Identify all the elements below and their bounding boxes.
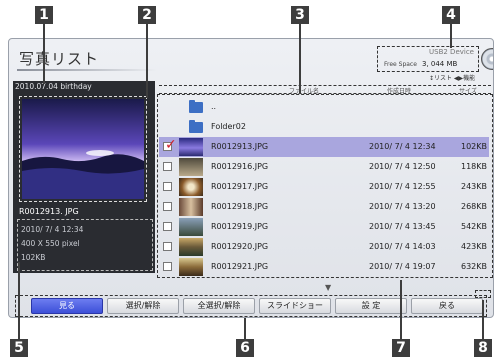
file-row[interactable]: R0012916.JPG 2010/ 7/ 4 12:50 118KB bbox=[159, 157, 489, 177]
file-size: 102KB bbox=[461, 142, 488, 151]
page-title: 写真リスト bbox=[19, 50, 100, 68]
preview-file-name: R0012913. JPG bbox=[19, 207, 79, 216]
sort-hint: ↕リスト ◀▶機能 bbox=[429, 75, 476, 82]
file-thumbnail bbox=[179, 138, 203, 156]
file-row[interactable]: ✓ R0012913.JPG 2010/ 7/ 4 12:34 102KB bbox=[159, 137, 489, 157]
leader-2 bbox=[146, 24, 148, 98]
leader-7 bbox=[400, 280, 402, 339]
callout-4: 4 bbox=[442, 6, 460, 24]
leader-3 bbox=[299, 24, 301, 94]
folder-name: 2010.07.04 birthday bbox=[15, 82, 92, 91]
file-size: 542KB bbox=[461, 222, 488, 231]
file-thumbnail bbox=[179, 158, 203, 176]
file-thumbnail bbox=[179, 178, 203, 196]
file-size: 243KB bbox=[461, 182, 488, 191]
file-name: R0012920.JPG bbox=[211, 242, 269, 251]
row-checkbox[interactable] bbox=[163, 222, 172, 231]
leader-5 bbox=[18, 262, 20, 339]
callout-6: 6 bbox=[236, 339, 254, 357]
callout-1: 1 bbox=[35, 6, 53, 24]
free-space-value: 3, 044 MB bbox=[422, 60, 458, 68]
file-row[interactable]: R0012919.JPG 2010/ 7/ 4 13:45 542KB bbox=[159, 217, 489, 237]
checkmark-icon: ✓ bbox=[165, 137, 177, 153]
file-date: 2010/ 7/ 4 19:07 bbox=[369, 262, 436, 271]
back-button[interactable]: 戻る bbox=[411, 298, 483, 314]
select-all-toggle-button[interactable]: 全選択/解除 bbox=[183, 298, 255, 314]
file-size: 118KB bbox=[461, 162, 488, 171]
free-space-label: Free Space bbox=[384, 61, 417, 68]
file-date: 2010/ 7/ 4 13:45 bbox=[369, 222, 436, 231]
callout-8: 8 bbox=[474, 339, 492, 357]
callout-7: 7 bbox=[392, 339, 410, 357]
file-name: R0012921.JPG bbox=[211, 262, 269, 271]
select-toggle-button[interactable]: 選択/解除 bbox=[107, 298, 179, 314]
file-thumbnail bbox=[179, 198, 203, 216]
file-name: R0012913.JPG bbox=[211, 142, 269, 151]
callout-3: 3 bbox=[291, 6, 309, 24]
file-date: 2010/ 7/ 4 12:55 bbox=[369, 182, 436, 191]
file-size: 423KB bbox=[461, 242, 488, 251]
file-date: 2010/ 7/ 4 12:50 bbox=[369, 162, 436, 171]
file-date: 2010/ 7/ 4 12:34 bbox=[369, 142, 436, 151]
row-checkbox[interactable] bbox=[163, 162, 172, 171]
file-row[interactable]: R0012921.JPG 2010/ 7/ 4 19:07 632KB bbox=[159, 257, 489, 277]
file-date: 2010/ 7/ 4 14:03 bbox=[369, 242, 436, 251]
preview-size: 102KB bbox=[21, 253, 46, 262]
preview-thumbnail bbox=[19, 96, 147, 202]
leader-1 bbox=[43, 24, 45, 84]
file-name: R0012919.JPG bbox=[211, 222, 269, 231]
callout-2: 2 bbox=[138, 6, 156, 24]
row-checkbox[interactable] bbox=[163, 262, 172, 271]
title-divider bbox=[17, 69, 157, 71]
file-row[interactable]: R0012917.JPG 2010/ 7/ 4 12:55 243KB bbox=[159, 177, 489, 197]
file-thumbnail bbox=[179, 258, 203, 276]
info-panel: 2010.07.04 birthday R0012913. JPG 2010/ … bbox=[13, 81, 155, 273]
slideshow-button[interactable]: スライドショー bbox=[259, 298, 331, 314]
file-thumbnail bbox=[179, 238, 203, 256]
leader-8 bbox=[482, 300, 484, 339]
disc-icon bbox=[481, 48, 493, 70]
file-row[interactable]: R0012920.JPG 2010/ 7/ 4 14:03 423KB bbox=[159, 237, 489, 257]
parent-folder-label: .. bbox=[211, 102, 217, 111]
folder-row[interactable]: Folder02 bbox=[159, 117, 489, 137]
leader-6 bbox=[244, 318, 246, 339]
row-checkbox[interactable] bbox=[163, 182, 172, 191]
preview-date: 2010/ 7/ 4 12:34 bbox=[21, 225, 84, 234]
file-row[interactable]: R0012918.JPG 2010/ 7/ 4 13:20 268KB bbox=[159, 197, 489, 217]
file-size: 268KB bbox=[461, 202, 488, 211]
folder-label: Folder02 bbox=[211, 122, 246, 131]
folder-icon bbox=[189, 120, 203, 133]
row-checkbox[interactable] bbox=[163, 202, 172, 211]
list-header: ファイル名 作成日時 サイズ bbox=[159, 85, 491, 95]
file-thumbnail bbox=[179, 218, 203, 236]
settings-button[interactable]: 設 定 bbox=[335, 298, 407, 314]
file-size: 632KB bbox=[461, 262, 488, 271]
device-name: USB2 Device bbox=[429, 48, 474, 56]
preview-dimensions: 400 X 550 pixel bbox=[21, 239, 80, 248]
photo-list-screen: 写真リスト USB2 Device Free Space 3, 044 MB ↕… bbox=[8, 38, 494, 318]
callout-5: 5 bbox=[10, 339, 28, 357]
leader-4 bbox=[450, 24, 452, 48]
parent-folder-row[interactable]: .. bbox=[159, 97, 489, 117]
file-name: R0012918.JPG bbox=[211, 202, 269, 211]
file-date: 2010/ 7/ 4 13:20 bbox=[369, 202, 436, 211]
view-button[interactable]: 見る bbox=[31, 298, 103, 314]
row-checkbox[interactable]: ✓ bbox=[163, 137, 177, 153]
device-info: USB2 Device Free Space 3, 044 MB bbox=[377, 46, 479, 72]
file-name: R0012916.JPG bbox=[211, 162, 269, 171]
scroll-down-arrow-icon[interactable]: ▼ bbox=[325, 283, 331, 292]
row-checkbox[interactable] bbox=[163, 242, 172, 251]
folder-up-icon bbox=[189, 100, 203, 113]
file-name: R0012917.JPG bbox=[211, 182, 269, 191]
